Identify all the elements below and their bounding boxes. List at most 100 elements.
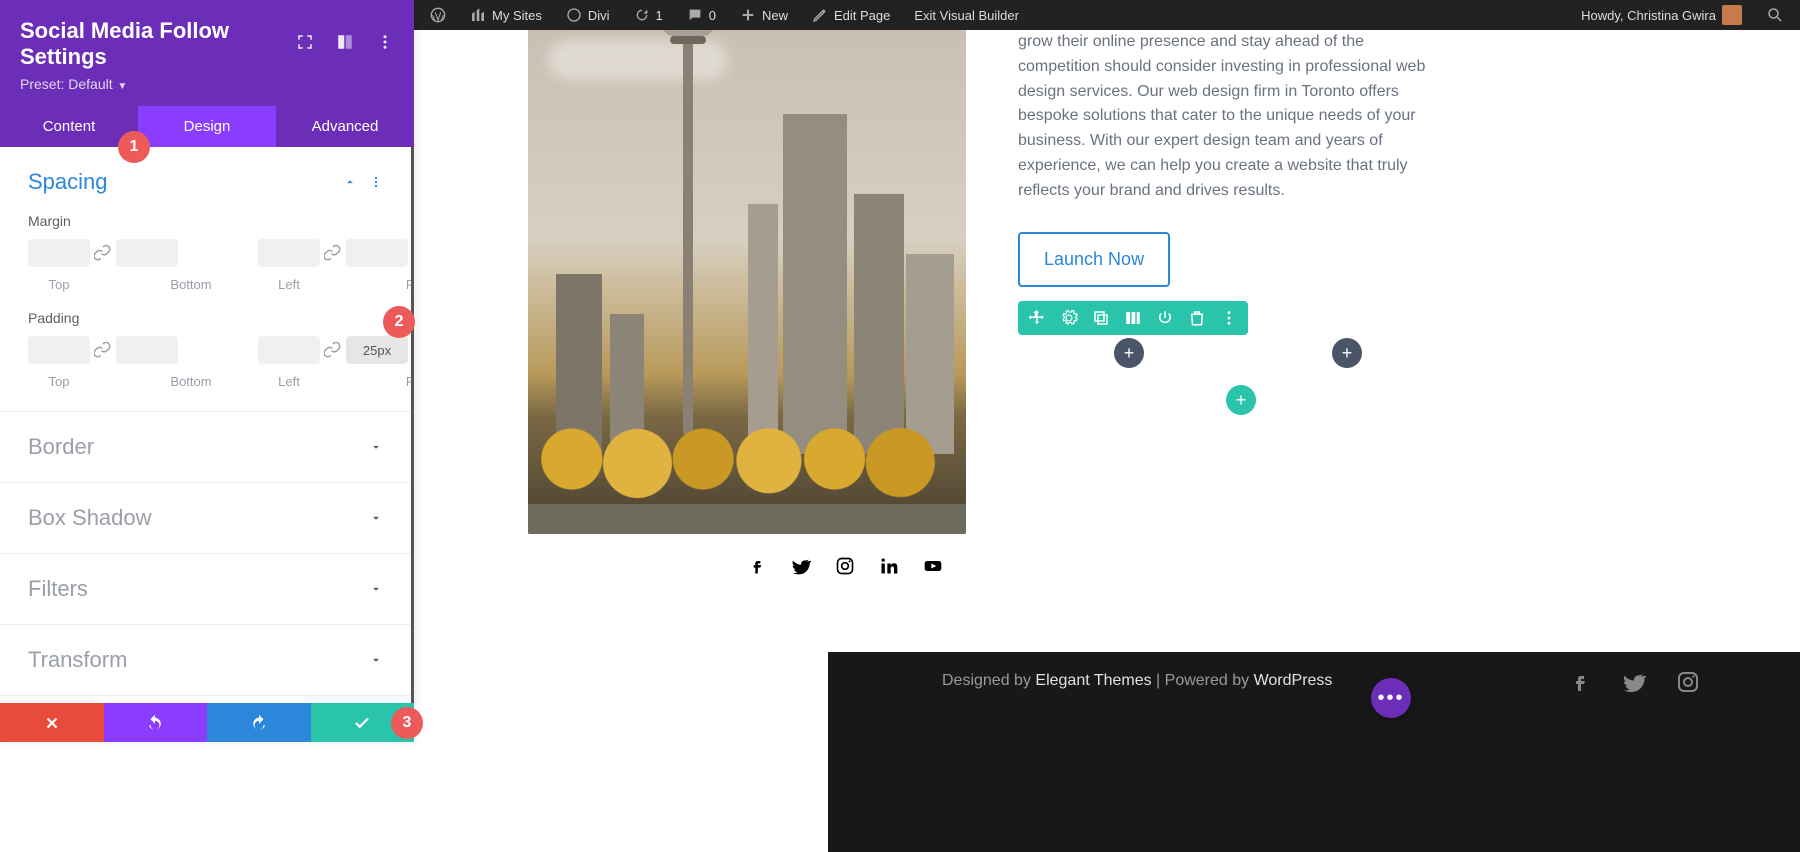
margin-top-input[interactable] [28,239,90,267]
tab-design[interactable]: Design [138,106,276,147]
gear-icon[interactable] [1060,309,1078,327]
label-right: Right [390,277,414,292]
chevron-down-icon [369,511,383,525]
caret-down-icon: ▼ [115,81,128,92]
launch-button[interactable]: Launch Now [1018,232,1170,288]
instagram-icon[interactable] [835,556,855,576]
howdy-label: Howdy, Christina Gwira [1581,8,1716,23]
kebab-icon[interactable] [1220,309,1238,327]
facebook-icon[interactable] [747,556,767,576]
twitter-icon[interactable] [1622,670,1646,694]
howdy-user[interactable]: Howdy, Christina Gwira [1573,5,1750,25]
add-module-left[interactable]: + [1114,338,1144,368]
columns-icon[interactable] [1124,309,1142,327]
section-filters-toggle[interactable]: Filters [28,576,383,602]
new-link[interactable]: New [732,7,796,23]
margin-right-input[interactable] [346,239,408,267]
power-icon[interactable] [1156,309,1174,327]
comments-link[interactable]: 0 [679,7,724,23]
section-border-title: Border [28,434,94,460]
tab-advanced[interactable]: Advanced [276,106,414,147]
page-canvas: grow their online presence and stay ahea… [414,30,1800,852]
kebab-icon[interactable] [369,175,383,189]
my-sites-label: My Sites [492,8,542,23]
chevron-down-icon [369,440,383,454]
site-label: Divi [588,8,610,23]
section-box-shadow-toggle[interactable]: Box Shadow [28,505,383,531]
body-text: grow their online presence and stay ahea… [1018,30,1448,287]
wp-logo[interactable] [422,7,454,23]
panel-title: Social Media Follow Settings [20,18,296,70]
hero-image [528,30,966,534]
footer-wordpress-link[interactable]: WordPress [1254,672,1333,689]
cancel-button[interactable] [0,703,104,742]
kebab-icon[interactable] [376,33,394,56]
section-transform-toggle[interactable]: Transform [28,647,383,673]
avatar [1722,5,1742,25]
add-module-right[interactable]: + [1332,338,1362,368]
new-label: New [762,8,788,23]
module-toolbar [1018,301,1248,335]
expand-icon[interactable] [296,33,314,56]
youtube-icon[interactable] [923,556,943,576]
preset-label: Preset: Default [20,76,113,92]
section-transform-title: Transform [28,647,127,673]
wp-admin-bar: My Sites Divi 1 0 New Edit Page Exit Vis… [414,0,1800,30]
footer-elegant-link[interactable]: Elegant Themes [1035,672,1151,689]
trash-icon[interactable] [1188,309,1206,327]
add-row[interactable]: + [1226,385,1256,415]
exit-vb-link[interactable]: Exit Visual Builder [906,8,1027,23]
tab-content[interactable]: Content [0,106,138,147]
instagram-icon[interactable] [1676,670,1700,694]
section-spacing-title: Spacing [28,169,108,195]
footer-powered-by: Powered by [1165,672,1254,689]
updates-link[interactable]: 1 [626,7,671,23]
panel-header: Social Media Follow Settings Preset: Def… [0,0,414,106]
builder-fab[interactable]: ••• [1371,678,1411,718]
padding-right-input[interactable] [346,336,408,364]
padding-label: Padding [28,310,383,326]
chevron-up-icon [343,175,357,189]
link-icon[interactable] [324,341,342,359]
section-transform: Transform [0,625,411,696]
section-spacing-toggle[interactable]: Spacing [28,169,383,195]
linkedin-icon[interactable] [879,556,899,576]
padding-left-input[interactable] [258,336,320,364]
my-sites-link[interactable]: My Sites [462,7,550,23]
padding-bottom-input[interactable] [116,336,178,364]
annotation-1: 1 [118,131,150,163]
settings-panel: Social Media Follow Settings Preset: Def… [0,0,414,742]
padding-field: Padding TopBottom [28,310,383,389]
redo-button[interactable] [207,703,311,742]
footer-designed-by: Designed by [942,672,1035,689]
link-icon[interactable] [94,341,112,359]
section-border-toggle[interactable]: Border [28,434,383,460]
edit-page-label: Edit Page [834,8,890,23]
undo-button[interactable] [104,703,208,742]
site-link[interactable]: Divi [558,7,618,23]
margin-field: Margin TopBottom [28,213,383,292]
search-icon[interactable] [1758,6,1792,24]
margin-left-input[interactable] [258,239,320,267]
link-icon[interactable] [324,244,342,262]
move-icon[interactable] [1028,309,1046,327]
panel-body[interactable]: Spacing Margin TopBottom [0,147,414,742]
section-border: Border [0,412,411,483]
social-follow-row [747,556,943,576]
link-icon[interactable] [94,244,112,262]
panel-action-bar [0,703,414,742]
duplicate-icon[interactable] [1092,309,1110,327]
label-left: Left [258,374,320,389]
section-box-shadow-title: Box Shadow [28,505,152,531]
footer-sep: | [1152,672,1165,689]
snap-icon[interactable] [336,33,354,56]
padding-top-input[interactable] [28,336,90,364]
edit-page-link[interactable]: Edit Page [804,7,898,23]
twitter-icon[interactable] [791,556,811,576]
label-bottom: Bottom [160,374,222,389]
facebook-icon[interactable] [1568,670,1592,694]
section-box-shadow: Box Shadow [0,483,411,554]
page-footer: Designed by Elegant Themes | Powered by … [828,652,1800,852]
margin-bottom-input[interactable] [116,239,178,267]
preset-selector[interactable]: Preset: Default ▼ [20,76,394,92]
